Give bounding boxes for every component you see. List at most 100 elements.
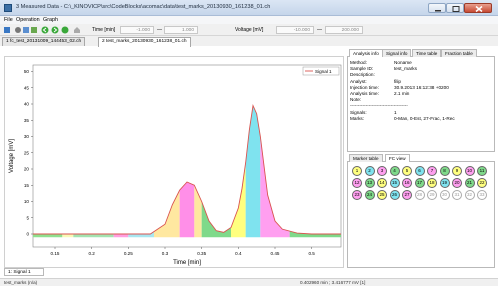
fc-well[interactable]: 1	[352, 166, 362, 176]
menu-file[interactable]: File	[4, 17, 13, 23]
info-label: Injection time:	[350, 84, 379, 90]
fc-well[interactable]: 29	[427, 190, 437, 200]
minimize-button[interactable]	[428, 3, 446, 13]
fc-well[interactable]: 8	[439, 166, 450, 176]
fc-well[interactable]: 33	[477, 190, 487, 200]
info-label: Method:	[350, 60, 367, 65]
info-label: Signals:	[350, 109, 367, 115]
back-icon[interactable]	[41, 26, 49, 34]
fc-well[interactable]: 5	[402, 166, 412, 176]
fc-well[interactable]: 11	[477, 166, 487, 176]
y-tick-label: 35	[24, 118, 30, 123]
voltage-from-input[interactable]	[276, 26, 314, 34]
info-value: Noname	[394, 60, 412, 65]
file-tab-1[interactable]: 1 fc_test_20131009_144453_02.ch	[2, 37, 86, 46]
voltage-label: Voltage [mV]	[235, 27, 264, 33]
info-value: filip	[394, 78, 402, 84]
tools-icon[interactable]	[14, 26, 22, 34]
fc-well[interactable]: 31	[452, 190, 462, 200]
fc-well[interactable]: 4	[389, 166, 400, 176]
tab-analysis-info[interactable]: Analysis info	[349, 49, 383, 57]
fc-well[interactable]: 19	[439, 178, 450, 188]
fraction-area	[33, 234, 63, 238]
fc-well[interactable]: 27	[402, 190, 412, 200]
fc-well[interactable]: 17	[414, 178, 425, 188]
fc-well[interactable]: 22	[477, 178, 487, 188]
fc-well[interactable]: 25	[377, 190, 387, 200]
fc-well[interactable]: 3	[377, 166, 387, 176]
fc-well[interactable]: 2	[364, 166, 375, 176]
close-button[interactable]	[464, 3, 492, 13]
open-icon[interactable]	[3, 26, 11, 34]
x-tick-label: 0.5	[308, 251, 315, 256]
y-tick-label: 45	[24, 85, 30, 90]
fc-well[interactable]: 32	[464, 190, 475, 200]
time-label: Time [min]	[92, 27, 116, 33]
tab-signal-info[interactable]: Signal info	[382, 49, 412, 57]
fc-well[interactable]: 21	[464, 178, 475, 188]
info-label: -------------------------------------	[350, 103, 408, 109]
time-from-input[interactable]	[120, 26, 154, 34]
info-label: Marks:	[350, 115, 365, 121]
fc-well[interactable]: 16	[402, 178, 412, 188]
fc-well[interactable]: 7	[427, 166, 437, 176]
toolbar: Time [min] — Voltage [mV] —	[0, 24, 498, 36]
info-value: test_marks	[394, 66, 417, 72]
fc-well[interactable]: 10	[464, 166, 475, 176]
chart-panel[interactable]: 0.15 0.2 0.25 0.3 0.35 0.4 0.45 0.5 0 5 10 15 20 25 30…	[4, 56, 344, 268]
fc-well[interactable]: 14	[377, 178, 387, 188]
fc-well[interactable]: 12	[352, 178, 362, 188]
file-tabs: 1 fc_test_20131009_144453_02.ch 2 test_m…	[0, 36, 498, 47]
tab-fc-view[interactable]: FC view	[385, 154, 410, 162]
import-icon[interactable]	[30, 26, 38, 34]
status-coordinates: 0.402960 min ; 3.416777 mV [1]	[300, 280, 366, 285]
range-dash: —	[317, 27, 322, 33]
list-icon[interactable]	[22, 26, 30, 34]
file-tab-2[interactable]: 2 test_marks_20130930_161238_01.ch	[98, 37, 191, 47]
fc-well[interactable]: 20	[452, 178, 462, 188]
fc-well[interactable]: 23	[352, 190, 362, 200]
info-label: Description:	[350, 72, 375, 78]
fc-well[interactable]: 26	[389, 190, 400, 200]
tab-time-table[interactable]: Time table	[412, 49, 442, 57]
time-to-input[interactable]	[164, 26, 198, 34]
app-icon	[4, 4, 12, 12]
status-bar: test_marks (n/a) 0.402960 min ; 3.416777…	[0, 278, 498, 286]
fc-well[interactable]: 28	[414, 190, 425, 200]
fc-well[interactable]: 6	[414, 166, 425, 176]
tab-fraction-table[interactable]: Fraction table	[441, 49, 477, 57]
x-tick-label: 0.4	[235, 251, 242, 256]
menu-graph[interactable]: Graph	[43, 17, 58, 23]
chromatogram-chart[interactable]: 0.15 0.2 0.25 0.3 0.35 0.4 0.45 0.5 0 5 10 15 20 25 30…	[5, 57, 345, 269]
range-dash: —	[157, 27, 162, 33]
fraction-area	[62, 234, 74, 238]
fraction-area	[113, 234, 129, 238]
x-tick-label: 0.2	[88, 251, 95, 256]
play-icon[interactable]	[61, 26, 69, 34]
menu-operation[interactable]: Operation	[16, 17, 40, 23]
tab-marker-table[interactable]: Marker table	[349, 154, 383, 162]
y-tick-label: 5	[26, 215, 29, 220]
series-tab[interactable]: 1: Signal 1	[4, 268, 44, 276]
fc-well[interactable]: 30	[439, 190, 450, 200]
voltage-to-input[interactable]	[325, 26, 363, 34]
fc-well[interactable]: 9	[452, 166, 462, 176]
menu-bar: File Operation Graph	[0, 16, 498, 24]
maximize-button[interactable]	[446, 3, 464, 13]
fraction-area	[73, 234, 114, 238]
window-title: 3 Measured Data - C:\_KINOVICP\src\CodeB…	[16, 4, 271, 10]
x-tick-label: 0.25	[124, 251, 133, 256]
fc-well[interactable]: 15	[389, 178, 400, 188]
y-tick-label: 50	[24, 69, 30, 74]
y-tick-label: 10	[24, 199, 30, 204]
info-label: Sample ID:	[350, 66, 374, 72]
fc-well[interactable]: 24	[364, 190, 375, 200]
fc-well[interactable]: 13	[364, 178, 375, 188]
info-value: 2.1 min	[394, 91, 410, 96]
info-label: Analysis time:	[350, 91, 379, 96]
home-icon[interactable]	[73, 26, 81, 34]
fc-well[interactable]: 18	[427, 178, 437, 188]
forward-icon[interactable]	[51, 26, 59, 34]
y-tick-label: 25	[24, 150, 30, 155]
x-tick-label: 0.3	[162, 251, 169, 256]
